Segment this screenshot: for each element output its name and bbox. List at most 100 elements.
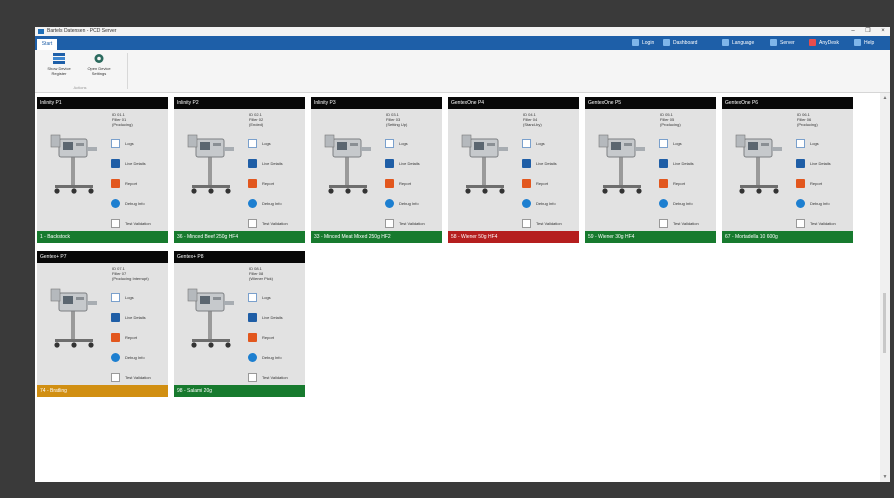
device-card[interactable]: GentexOne P6 ID 06.1 Filler 06 (Producing) … <box>722 97 853 243</box>
device-card-title: Inlinity P2 <box>174 97 305 109</box>
minimize-button[interactable]: – <box>846 27 860 36</box>
ribbon-tab-bar: Start Login Dashboard Language Server An… <box>35 36 890 50</box>
vertical-scrollbar[interactable]: ▲ ▼ <box>880 93 890 482</box>
device-card-info: ID 01.1 Filler 01 (Producing) <box>112 112 133 127</box>
device-card-title: GentexOne P5 <box>585 97 716 109</box>
maximize-button[interactable]: ❐ <box>861 27 875 36</box>
help-button[interactable]: Help <box>854 39 874 48</box>
report-button[interactable]: Report <box>659 173 699 193</box>
device-info-line: (Producing) <box>112 122 133 127</box>
debug-info-button[interactable]: Debug Info <box>111 347 151 367</box>
test-validation-icon <box>248 218 257 228</box>
live-details-button[interactable]: Live Details <box>659 153 699 173</box>
dashboard-icon <box>663 39 670 47</box>
logs-button[interactable]: Logs <box>111 287 151 307</box>
test-validation-button[interactable]: Test Validation <box>659 213 699 233</box>
debug-info-icon <box>111 198 120 208</box>
device-info-line: (Producing Interrupt) <box>112 276 149 281</box>
device-card[interactable]: Inlinity P1 ID 01.1 Filler 01 (Producing) L… <box>37 97 168 243</box>
live-details-button[interactable]: Live Details <box>248 153 288 173</box>
report-button[interactable]: Report <box>385 173 425 193</box>
device-card-info: ID 07.1 Filler 07 (Producing Interrupt) <box>112 266 149 281</box>
tab-start[interactable]: Start <box>37 39 57 50</box>
logs-button[interactable]: Logs <box>659 133 699 153</box>
report-icon <box>385 178 394 188</box>
device-card[interactable]: GentexOne P5 ID 05.1 Filler 05 (Producing) … <box>585 97 716 243</box>
logs-icon <box>111 138 120 148</box>
device-status-bar: 33 - Minced Meat Mixed 250g HF2 <box>311 231 442 243</box>
logs-button[interactable]: Logs <box>111 133 151 153</box>
device-status-bar: 74 - Bratling <box>37 385 168 397</box>
debug-info-button[interactable]: Debug Info <box>659 193 699 213</box>
report-button[interactable]: Report <box>796 173 836 193</box>
device-card[interactable]: Inlinity P2 ID 02.1 Filler 02 (Ended) Logs L… <box>174 97 305 243</box>
scroll-down-icon[interactable]: ▼ <box>882 474 888 480</box>
test-validation-button[interactable]: Test Validation <box>522 213 562 233</box>
report-button[interactable]: Report <box>522 173 562 193</box>
scrollbar-thumb[interactable] <box>883 293 886 353</box>
ribbon-group-label: Actions <box>73 85 87 90</box>
scroll-up-icon[interactable]: ▲ <box>882 95 888 101</box>
machine-image <box>319 127 377 199</box>
logs-button[interactable]: Logs <box>248 287 288 307</box>
device-card-info: ID 03.1 Filler 03 (Setting Up) <box>386 112 407 127</box>
test-validation-button[interactable]: Test Validation <box>248 213 288 233</box>
ribbon-panel: Show Device Register Open Device Setting… <box>35 50 890 93</box>
debug-info-icon <box>248 352 257 362</box>
live-details-button[interactable]: Live Details <box>248 307 288 327</box>
ribbon-separator <box>127 53 128 89</box>
device-card[interactable]: GentexOne P4 ID 04.1 Filler 04 (Stand-by) L… <box>448 97 579 243</box>
debug-info-button[interactable]: Debug Info <box>522 193 562 213</box>
device-card[interactable]: Inlinity P3 ID 03.1 Filler 03 (Setting Up) … <box>311 97 442 243</box>
test-validation-button[interactable]: Test Validation <box>385 213 425 233</box>
logs-icon <box>385 138 394 148</box>
logs-button[interactable]: Logs <box>796 133 836 153</box>
machine-image <box>45 127 103 199</box>
dashboard-button[interactable]: Dashboard <box>663 39 697 48</box>
live-details-button[interactable]: Live Details <box>111 153 151 173</box>
debug-info-button[interactable]: Debug Info <box>796 193 836 213</box>
debug-info-icon <box>796 198 805 208</box>
app-icon <box>38 29 44 34</box>
debug-info-button[interactable]: Debug Info <box>248 193 288 213</box>
device-info-line: (Setting Up) <box>386 122 408 127</box>
machine-image <box>182 127 240 199</box>
live-details-icon <box>796 158 805 168</box>
test-validation-button[interactable]: Test Validation <box>248 367 288 387</box>
test-validation-button[interactable]: Test Validation <box>111 213 151 233</box>
live-details-button[interactable]: Live Details <box>385 153 425 173</box>
logs-button[interactable]: Logs <box>385 133 425 153</box>
device-card[interactable]: Gentex+ P8 ID 08.1 Filler 08 (Wiener Pick) … <box>174 251 305 397</box>
anydesk-icon <box>809 39 816 47</box>
test-validation-button[interactable]: Test Validation <box>111 367 151 387</box>
show-device-register-button[interactable]: Show Device Register <box>41 53 77 76</box>
live-details-button[interactable]: Live Details <box>796 153 836 173</box>
logs-button[interactable]: Logs <box>522 133 562 153</box>
login-button[interactable]: Login <box>632 39 654 48</box>
live-details-icon <box>522 158 531 168</box>
live-details-button[interactable]: Live Details <box>111 307 151 327</box>
device-card[interactable]: Gentex+ P7 ID 07.1 Filler 07 (Producing Int… <box>37 251 168 397</box>
logs-button[interactable]: Logs <box>248 133 288 153</box>
report-button[interactable]: Report <box>248 327 288 347</box>
debug-info-button[interactable]: Debug Info <box>111 193 151 213</box>
language-button[interactable]: Language <box>722 39 754 48</box>
device-register-icon <box>53 53 65 64</box>
report-button[interactable]: Report <box>111 173 151 193</box>
live-details-button[interactable]: Live Details <box>522 153 562 173</box>
test-validation-button[interactable]: Test Validation <box>796 213 836 233</box>
debug-info-button[interactable]: Debug Info <box>248 347 288 367</box>
live-details-icon <box>659 158 668 168</box>
test-validation-icon <box>111 372 120 382</box>
open-device-settings-button[interactable]: Open Device Settings <box>81 53 117 76</box>
server-button[interactable]: Server <box>770 39 795 48</box>
report-button[interactable]: Report <box>248 173 288 193</box>
report-icon <box>248 332 257 342</box>
debug-info-icon <box>111 352 120 362</box>
debug-info-button[interactable]: Debug Info <box>385 193 425 213</box>
close-button[interactable]: × <box>876 27 890 36</box>
report-icon <box>659 178 668 188</box>
anydesk-button[interactable]: AnyDesk <box>809 39 839 48</box>
machine-image <box>45 281 103 353</box>
report-button[interactable]: Report <box>111 327 151 347</box>
